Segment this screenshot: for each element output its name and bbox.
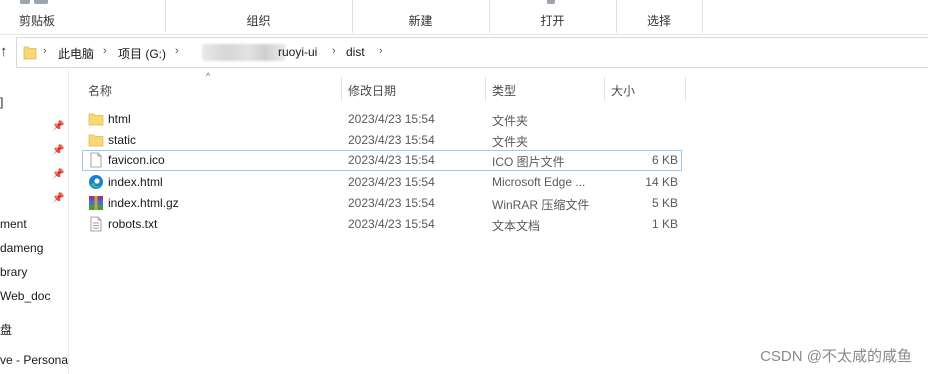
- chevron-right-icon[interactable]: ›: [175, 45, 179, 57]
- ribbon-group-label: 选择: [646, 14, 671, 28]
- column-header-date[interactable]: 修改日期: [342, 77, 485, 101]
- column-header-type[interactable]: 类型: [486, 77, 604, 101]
- edge-icon: [89, 175, 103, 189]
- file-row[interactable]: index.html.gz 2023/4/23 15:54 WinRAR 压缩文…: [82, 193, 682, 214]
- file-type: WinRAR 压缩文件: [492, 198, 590, 212]
- nav-item[interactable]: ve - Persona: [0, 353, 68, 367]
- ribbon-group-label: 新建: [408, 14, 433, 28]
- ribbon-group-clipboard: 剪贴板: [0, 0, 166, 33]
- nav-item[interactable]: Web_doc: [0, 289, 68, 303]
- ribbon-group-label: 组织: [246, 14, 271, 28]
- file-row[interactable]: robots.txt 2023/4/23 15:54 文本文档 1 KB: [82, 214, 682, 235]
- text-file-icon: [90, 216, 102, 232]
- up-arrow-icon[interactable]: ↑: [0, 42, 12, 62]
- file-date: 2023/4/23 15:54: [348, 196, 435, 210]
- nav-item[interactable]: ment: [0, 217, 68, 231]
- nav-item[interactable]: 盘: [0, 321, 68, 338]
- file-type: ICO 图片文件: [492, 155, 565, 169]
- pin-icon[interactable]: 📌: [52, 121, 64, 133]
- ribbon: 剪贴板 组织 新建 打开 选择: [0, 0, 928, 35]
- folder-icon: [88, 134, 104, 147]
- crumb-drive[interactable]: 项目 (G:): [118, 45, 166, 62]
- file-date: 2023/4/23 15:54: [348, 112, 435, 126]
- file-name: static: [108, 133, 137, 147]
- file-type: Microsoft Edge ...: [492, 175, 586, 189]
- open-icon: [547, 0, 555, 4]
- ribbon-group-organize: 组织: [165, 0, 353, 33]
- file-type: 文件夹: [492, 135, 529, 149]
- file-name: favicon.ico: [108, 153, 165, 167]
- file-size: 14 KB: [645, 175, 678, 189]
- file-date: 2023/4/23 15:54: [348, 175, 435, 189]
- file-size: 5 KB: [651, 196, 678, 210]
- nav-item[interactable]: dameng: [0, 241, 68, 255]
- nav-item[interactable]: brary: [0, 265, 68, 279]
- file-row[interactable]: favicon.ico 2023/4/23 15:54 ICO 图片文件 6 K…: [82, 150, 682, 171]
- column-header-size[interactable]: 大小: [605, 77, 685, 101]
- ribbon-group-label: 打开: [540, 14, 565, 28]
- file-row[interactable]: index.html 2023/4/23 15:54 Microsoft Edg…: [82, 172, 682, 193]
- ico-file-icon: [90, 152, 102, 168]
- pin-icon[interactable]: 📌: [52, 145, 64, 157]
- crumb-this-pc[interactable]: 此电脑: [58, 45, 94, 62]
- chevron-right-icon[interactable]: ›: [332, 45, 336, 57]
- file-name: index.html.gz: [108, 196, 179, 210]
- file-date: 2023/4/23 15:54: [348, 153, 435, 167]
- file-size: 6 KB: [651, 153, 678, 167]
- column-header-name[interactable]: 名称: [82, 77, 340, 101]
- file-name: html: [108, 112, 131, 126]
- folder-icon: [23, 46, 37, 60]
- watermark: CSDN @不太咸的咸鱼: [760, 348, 912, 365]
- file-type: 文件夹: [492, 114, 529, 128]
- ribbon-group-label: 剪贴板: [19, 14, 56, 28]
- copy-icon: [34, 0, 48, 4]
- file-row[interactable]: html 2023/4/23 15:54 文件夹: [82, 109, 682, 130]
- file-row[interactable]: static 2023/4/23 15:54 文件夹: [82, 130, 682, 151]
- nav-item[interactable]: ]: [0, 95, 68, 109]
- ribbon-group-select: 选择: [616, 0, 703, 33]
- address-bar[interactable]: › 此电脑 › 项目 (G:) › ruoyi-ui › dist ›: [16, 37, 928, 68]
- file-type: 文本文档: [492, 219, 541, 233]
- column-divider[interactable]: [685, 77, 686, 101]
- folder-icon: [88, 113, 104, 126]
- crumb-ruoyi-ui[interactable]: ruoyi-ui: [278, 45, 317, 59]
- ribbon-group-open: 打开: [489, 0, 617, 33]
- crumb-dist[interactable]: dist: [346, 45, 365, 59]
- file-size: 1 KB: [651, 217, 678, 231]
- file-date: 2023/4/23 15:54: [348, 217, 435, 231]
- winrar-icon: [89, 196, 103, 210]
- redacted-crumb: [202, 44, 286, 61]
- clipboard-icon: [20, 0, 30, 4]
- chevron-right-icon[interactable]: ›: [103, 45, 107, 57]
- pin-icon[interactable]: 📌: [52, 193, 64, 205]
- pin-icon[interactable]: 📌: [52, 169, 64, 181]
- chevron-right-icon[interactable]: ›: [43, 45, 47, 57]
- navigation-pane[interactable]: ] 📌 📌 📌 📌 ment dameng brary Web_doc 盘 ve…: [0, 69, 69, 374]
- file-name: robots.txt: [108, 217, 158, 231]
- file-name: index.html: [108, 175, 163, 189]
- chevron-right-icon[interactable]: ›: [379, 45, 383, 57]
- ribbon-group-new: 新建: [352, 0, 490, 33]
- file-date: 2023/4/23 15:54: [348, 133, 435, 147]
